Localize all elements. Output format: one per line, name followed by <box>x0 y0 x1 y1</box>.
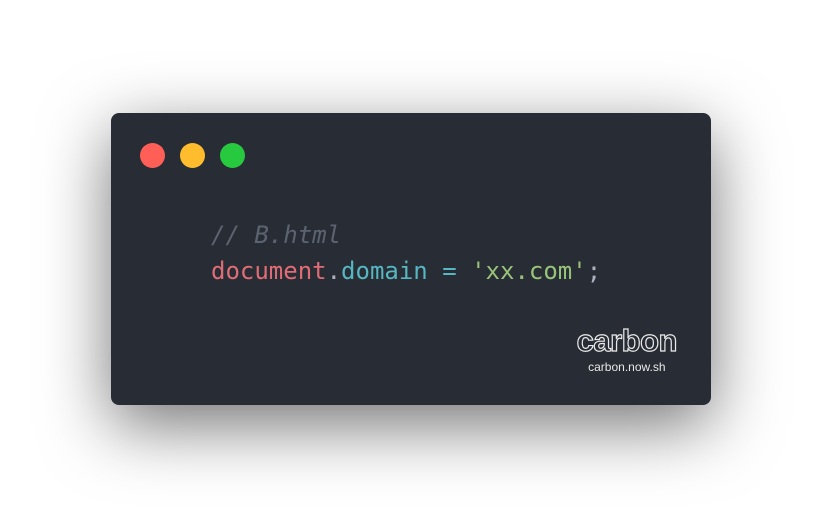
code-token-identifier: document <box>211 257 327 285</box>
screenshot-canvas: // B.html document.domain = 'xx.com'; car… <box>0 0 822 518</box>
code-block: // B.html document.domain = 'xx.com'; <box>211 217 601 289</box>
code-token-semicolon: ; <box>586 257 602 285</box>
carbon-watermark: carbon carbon.now.sh <box>576 323 678 374</box>
carbon-logo: carbon <box>576 323 678 358</box>
code-window: // B.html document.domain = 'xx.com'; car… <box>111 113 711 405</box>
code-token-operator: = <box>442 257 457 285</box>
code-token-property: domain <box>341 257 428 285</box>
code-token-dot: . <box>326 257 342 285</box>
code-token-comment: // B.html <box>211 221 342 249</box>
code-line-comment: // B.html <box>211 217 601 253</box>
close-dot-icon <box>140 143 165 168</box>
code-token-string: 'xx.com' <box>471 257 587 285</box>
window-controls <box>140 143 245 168</box>
zoom-dot-icon <box>220 143 245 168</box>
carbon-url: carbon.now.sh <box>588 360 666 374</box>
code-line-statement: document.domain = 'xx.com'; <box>211 253 601 289</box>
minimize-dot-icon <box>180 143 205 168</box>
